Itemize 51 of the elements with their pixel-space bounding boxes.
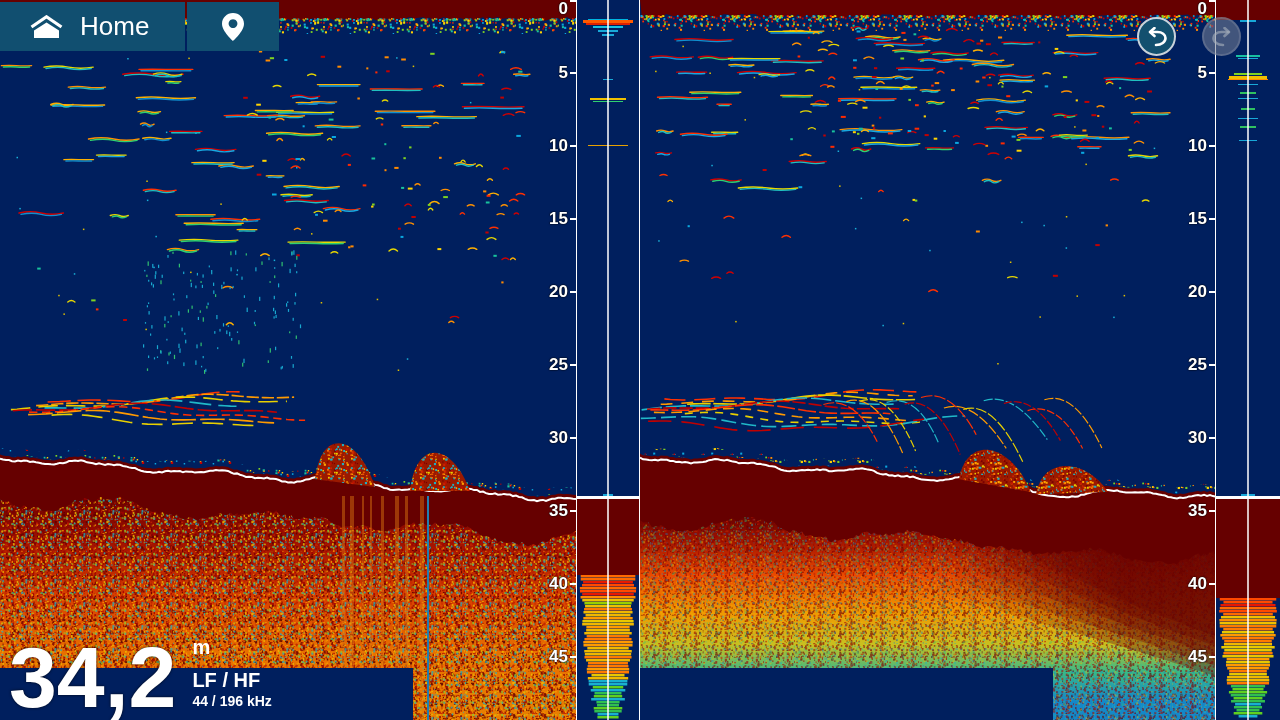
depth-scale-label: 40 (549, 575, 568, 593)
scale-tick (1209, 218, 1215, 220)
depth-scale-label: 35 (549, 502, 568, 520)
depth-scale-label: 25 (549, 356, 568, 374)
frequency-mode: LF / HF (192, 669, 261, 691)
location-button[interactable] (187, 2, 279, 51)
fish-school (959, 449, 1031, 493)
scale-tick (570, 0, 576, 2)
depth-scale-label: 15 (549, 210, 568, 228)
depth-scale-label: 5 (558, 64, 568, 82)
depth-scale-label: 30 (549, 429, 568, 447)
redo-icon (1210, 26, 1233, 47)
scale-tick (570, 291, 576, 293)
depth-scale-label: 0 (1197, 0, 1207, 18)
scale-tick (1209, 656, 1215, 658)
scale-tick (1209, 583, 1215, 585)
scale-tick (1209, 72, 1215, 74)
frequency-label: 44 / 196 kHz (192, 693, 272, 709)
scale-tick (1209, 0, 1215, 2)
scale-tick (1209, 145, 1215, 147)
scale-tick (570, 145, 576, 147)
scale-tick (570, 364, 576, 366)
fish-school (410, 452, 470, 494)
depth-scale-label: 0 (558, 0, 568, 18)
depth-scale-label: 20 (1188, 283, 1207, 301)
depth-scale-label: 35 (1188, 502, 1207, 520)
depth-unit: m (192, 636, 211, 658)
depth-scale-label: 45 (549, 648, 568, 666)
fish-school (315, 443, 375, 487)
depth-scale-label: 45 (1188, 648, 1207, 666)
scale-tick (570, 437, 576, 439)
depth-scale-label: 10 (1188, 137, 1207, 155)
depth-scale-label: 20 (549, 283, 568, 301)
scale-tick (1209, 437, 1215, 439)
home-icon (30, 15, 63, 38)
scale-tick (1209, 364, 1215, 366)
scale-tick (1209, 510, 1215, 512)
depth-scale-label: 15 (1188, 210, 1207, 228)
scale-tick (570, 72, 576, 74)
scale-tick (570, 583, 576, 585)
depth-scale-label: 40 (1188, 575, 1207, 593)
depth-scale-label: 10 (549, 137, 568, 155)
scale-tick (1209, 291, 1215, 293)
depth-scale-label: 30 (1188, 429, 1207, 447)
scale-tick (570, 656, 576, 658)
depth-scale-label: 5 (1197, 64, 1207, 82)
depth-scale-label: 25 (1188, 356, 1207, 374)
home-button[interactable]: Home (0, 2, 185, 51)
scale-tick (570, 218, 576, 220)
scale-tick (570, 510, 576, 512)
location-pin-icon (222, 12, 244, 41)
